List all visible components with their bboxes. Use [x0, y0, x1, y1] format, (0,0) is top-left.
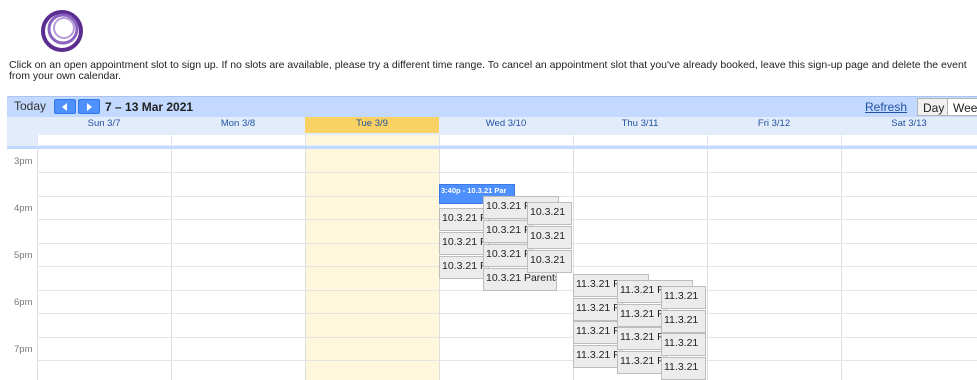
- prev-week-button[interactable]: [54, 99, 76, 114]
- day-column-tue[interactable]: [305, 149, 439, 380]
- instructions-text: Click on an open appointment slot to sig…: [9, 59, 967, 82]
- all-day-cell[interactable]: [439, 135, 573, 145]
- appointment-slot[interactable]: 11.3.21 P: [617, 351, 667, 374]
- week-view-button[interactable]: Week: [947, 98, 977, 116]
- hour-label: 6pm: [14, 297, 33, 308]
- hour-line: [37, 172, 977, 173]
- all-day-cell[interactable]: [171, 135, 305, 145]
- all-day-cell[interactable]: [305, 135, 439, 145]
- day-header-mon[interactable]: Mon 3/8: [171, 117, 305, 133]
- date-range: 7 – 13 Mar 2021: [105, 100, 194, 114]
- hour-line: [37, 313, 977, 314]
- week-grid: 3pm 4pm 5pm 6pm 7pm 3:40p - 10.3.21 Par …: [7, 146, 977, 380]
- day-header-thu[interactable]: Thu 3/11: [573, 117, 707, 133]
- hour-line: [37, 360, 977, 361]
- appointment-slot[interactable]: 10.3.21 P: [439, 256, 489, 279]
- appointment-slot[interactable]: 11.3.21 P: [617, 304, 667, 327]
- all-day-row: [7, 133, 977, 146]
- day-column-sat[interactable]: [841, 149, 977, 380]
- appointment-slot[interactable]: 11.3.21: [661, 333, 706, 356]
- day-header-sun[interactable]: Sun 3/7: [37, 117, 171, 133]
- appointment-slot[interactable]: 11.3.21 P: [573, 321, 623, 344]
- day-column-sun[interactable]: [37, 149, 171, 380]
- hour-label: 4pm: [14, 203, 33, 214]
- all-day-cell[interactable]: [707, 135, 841, 145]
- time-gutter: 3pm 4pm 5pm 6pm 7pm: [7, 149, 37, 380]
- hour-label: 3pm: [14, 156, 33, 167]
- hour-label: 7pm: [14, 344, 33, 355]
- all-day-cell[interactable]: [841, 135, 977, 145]
- logo-icon: [41, 10, 83, 52]
- day-column-mon[interactable]: [171, 149, 305, 380]
- appointment-slot[interactable]: 10.3.21 P: [439, 208, 489, 231]
- today-button[interactable]: Today: [14, 99, 46, 113]
- next-week-button[interactable]: [78, 99, 100, 114]
- appointment-slot[interactable]: 10.3.21 P: [439, 232, 489, 255]
- appointment-slot[interactable]: 11.3.21 P: [573, 345, 623, 368]
- day-header-tue[interactable]: Tue 3/9: [305, 117, 439, 133]
- appointment-slot[interactable]: 11.3.21: [661, 357, 706, 380]
- day-header-row: Sun 3/7 Mon 3/8 Tue 3/9 Wed 3/10 Thu 3/1…: [7, 117, 977, 133]
- chevron-left-icon: [62, 103, 67, 111]
- day-view-button[interactable]: Day: [917, 98, 951, 116]
- hour-label: 5pm: [14, 250, 33, 261]
- appointment-slot[interactable]: 11.3.21: [661, 310, 706, 333]
- refresh-link[interactable]: Refresh: [865, 100, 907, 114]
- appointment-slot[interactable]: 10.3.21 P: [483, 244, 533, 267]
- appointment-slot[interactable]: 10.3.21: [527, 250, 572, 273]
- appointment-slot[interactable]: 11.3.21 P: [617, 327, 667, 350]
- appointment-slot[interactable]: 11.3.21: [661, 286, 706, 309]
- appointment-slot[interactable]: 10.3.21 P: [483, 220, 533, 243]
- all-day-cell[interactable]: [37, 135, 171, 145]
- day-header-wed[interactable]: Wed 3/10: [439, 117, 573, 133]
- appointment-slot[interactable]: 10.3.21: [527, 202, 572, 225]
- calendar-toolbar: Today 7 – 13 Mar 2021 Refresh Day Week: [7, 96, 977, 117]
- day-header-sat[interactable]: Sat 3/13: [841, 117, 977, 133]
- all-day-cell[interactable]: [573, 135, 707, 145]
- appointment-slot[interactable]: 10.3.21: [527, 226, 572, 249]
- chevron-right-icon: [87, 103, 92, 111]
- hour-line: [37, 337, 977, 338]
- day-column-fri[interactable]: [707, 149, 841, 380]
- day-header-fri[interactable]: Fri 3/12: [707, 117, 841, 133]
- appointment-slot[interactable]: 11.3.21 P: [573, 298, 623, 321]
